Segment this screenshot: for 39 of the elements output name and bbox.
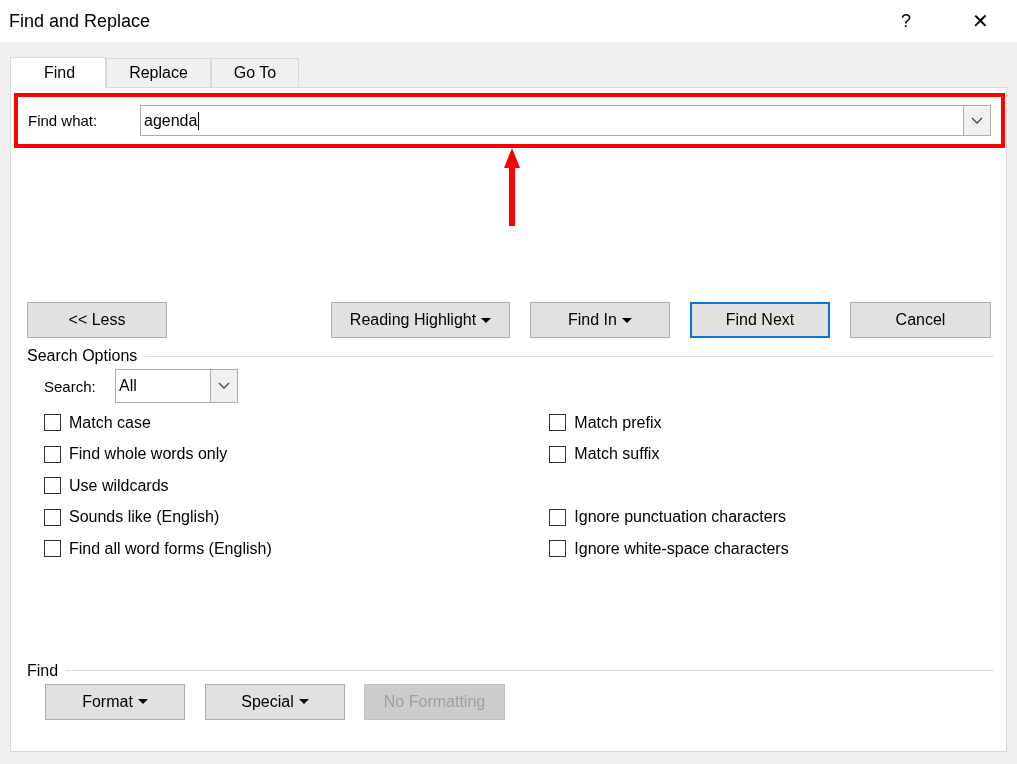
window-title: Find and Replace <box>9 10 152 32</box>
tab[interactable]: Replace <box>106 58 211 87</box>
find-what-label: Find what: <box>28 112 99 129</box>
dialog-button[interactable]: Format <box>45 683 185 720</box>
checkbox[interactable] <box>549 445 567 463</box>
checkbox[interactable] <box>44 477 61 495</box>
checkbox[interactable] <box>44 540 61 558</box>
close-button[interactable]: ✕ <box>943 9 1017 33</box>
option-label: Match suffix <box>574 445 660 464</box>
checkbox[interactable] <box>44 414 61 432</box>
section-title: Search Options <box>27 347 138 365</box>
checkbox[interactable] <box>549 414 567 432</box>
dialog-button[interactable]: Find In <box>530 302 670 338</box>
find-what-field[interactable]: agenda <box>140 105 991 136</box>
checkbox[interactable] <box>549 508 567 526</box>
option-label: Match case <box>69 413 151 432</box>
search-dropdown[interactable]: All <box>115 369 238 403</box>
checkbox[interactable] <box>44 508 61 526</box>
option-label: Match prefix <box>574 413 662 432</box>
tab[interactable]: Go To <box>210 58 300 87</box>
option-label: Sounds like (English) <box>69 508 220 527</box>
section-title: Find <box>27 661 59 680</box>
tab[interactable]: Find <box>10 57 107 88</box>
dialog-button[interactable]: Special <box>205 683 345 720</box>
dialog-button[interactable]: Reading Highlight <box>331 302 510 338</box>
dialog-button[interactable]: << Less <box>27 302 167 338</box>
checkbox[interactable] <box>44 445 61 463</box>
option-label: Use wildcards <box>69 476 169 495</box>
option-label: Ignore punctuation characters <box>574 508 786 527</box>
chevron-down-icon <box>971 116 983 125</box>
option-label: Ignore white-space characters <box>574 539 789 558</box>
search-label: Search: <box>44 377 97 395</box>
option-label: Find all word forms (English) <box>69 539 272 558</box>
option-label: Find whole words only <box>69 445 228 464</box>
chevron-down-icon <box>218 382 230 390</box>
dialog-button[interactable]: Find Next <box>690 302 830 338</box>
checkbox[interactable] <box>549 540 567 558</box>
help-button[interactable]: ? <box>869 10 943 32</box>
dialog-button[interactable]: Cancel <box>850 302 991 338</box>
